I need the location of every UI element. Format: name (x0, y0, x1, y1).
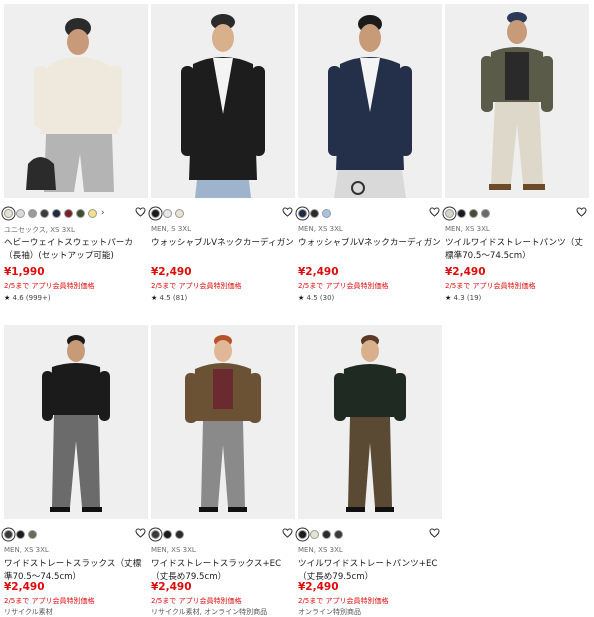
color-swatch[interactable] (52, 208, 61, 218)
product-note: オンライン特別商品 (298, 608, 361, 616)
rating-value: 4.6 (12, 294, 24, 302)
promo-text: 2/5まで アプリ会員特別価格 (151, 597, 242, 605)
color-swatch[interactable] (322, 529, 331, 539)
color-swatch[interactable] (76, 208, 85, 218)
promo-text: 2/5まで アプリ会員特別価格 (151, 282, 242, 290)
product-price: ¥2,490 (151, 581, 192, 593)
favorite-heart-icon[interactable] (429, 528, 440, 538)
favorite-heart-icon[interactable] (135, 207, 146, 217)
rating-value: 4.3 (453, 294, 465, 302)
color-swatch[interactable] (16, 529, 25, 539)
gender-size-range: ユニセックス, XS 3XL (4, 226, 75, 234)
favorite-heart-icon[interactable] (135, 528, 146, 538)
color-swatch[interactable] (175, 208, 184, 218)
rating-value: 4.5 (306, 294, 318, 302)
product-image[interactable] (4, 325, 148, 519)
color-swatch[interactable] (4, 529, 13, 539)
color-swatch[interactable] (151, 529, 160, 539)
product-note: リサイクル素材 (4, 608, 53, 616)
color-swatch[interactable] (64, 208, 73, 218)
favorite-heart-icon[interactable] (282, 207, 293, 217)
review-count: (999+) (25, 294, 51, 302)
gender-size-range: MEN, XS 3XL (445, 225, 490, 233)
color-swatch[interactable] (310, 208, 319, 218)
color-swatch[interactable] (445, 208, 454, 218)
product-price: ¥2,490 (298, 266, 339, 278)
product-image[interactable] (298, 4, 442, 198)
rating-value: 4.5 (159, 294, 171, 302)
product-name[interactable]: ウォッシャブルVネックカーディガン (298, 237, 442, 250)
color-swatches (445, 206, 565, 220)
color-swatch[interactable] (322, 208, 331, 218)
favorite-heart-icon[interactable] (576, 207, 587, 217)
more-colors-chevron-icon[interactable]: › (101, 208, 105, 218)
color-swatch[interactable] (457, 208, 466, 218)
color-swatch[interactable] (88, 208, 97, 218)
favorite-heart-icon[interactable] (429, 207, 440, 217)
star-icon: ★ (151, 294, 158, 302)
product-price: ¥1,990 (4, 266, 45, 278)
rating: ★ 4.5 (81) (151, 294, 187, 302)
color-swatch[interactable] (4, 208, 13, 218)
color-swatch[interactable] (16, 208, 25, 218)
product-grid: › ユニセックス, XS 3XL ヘビーウェイトスウェットパーカ（長袖）(セット… (0, 0, 594, 617)
color-swatch[interactable] (163, 529, 172, 539)
color-swatches (151, 527, 271, 541)
gender-size-range: MEN, XS 3XL (4, 546, 49, 554)
promo-text: 2/5まで アプリ会員特別価格 (4, 282, 95, 290)
color-swatch[interactable] (40, 208, 49, 218)
color-swatch[interactable] (298, 208, 307, 218)
product-price: ¥2,490 (151, 266, 192, 278)
product-price: ¥2,490 (298, 581, 339, 593)
product-image[interactable] (151, 325, 295, 519)
star-icon: ★ (298, 294, 305, 302)
product-note: リサイクル素材, オンライン特別商品 (151, 608, 268, 616)
gender-size-range: MEN, S 3XL (151, 225, 191, 233)
color-swatch[interactable] (151, 208, 160, 218)
product-name[interactable]: ツイルワイドストレートパンツ（丈標準70.5～74.5cm） (445, 237, 589, 263)
color-swatches (151, 206, 271, 220)
favorite-heart-icon[interactable] (282, 528, 293, 538)
promo-text: 2/5まで アプリ会員特別価格 (445, 282, 536, 290)
product-price: ¥2,490 (4, 581, 45, 593)
star-icon: ★ (445, 294, 452, 302)
gender-size-range: MEN, XS 3XL (298, 546, 343, 554)
color-swatches (298, 206, 418, 220)
color-swatch[interactable] (298, 529, 307, 539)
product-price: ¥2,490 (445, 266, 486, 278)
rating: ★ 4.5 (30) (298, 294, 334, 302)
review-count: (81) (172, 294, 188, 302)
gender-size-range: MEN, XS 3XL (298, 225, 343, 233)
promo-text: 2/5まで アプリ会員特別価格 (4, 597, 95, 605)
star-icon: ★ (4, 294, 11, 302)
promo-text: 2/5まで アプリ会員特別価格 (298, 597, 389, 605)
color-swatch[interactable] (163, 208, 172, 218)
color-swatch[interactable] (28, 208, 37, 218)
promo-text: 2/5まで アプリ会員特別価格 (298, 282, 389, 290)
color-swatch[interactable] (310, 529, 319, 539)
color-swatch[interactable] (28, 529, 37, 539)
color-swatch[interactable] (175, 529, 184, 539)
rating: ★ 4.3 (19) (445, 294, 481, 302)
product-name[interactable]: ヘビーウェイトスウェットパーカ（長袖）(セットアップ可能) (4, 237, 148, 263)
gender-size-range: MEN, XS 3XL (151, 546, 196, 554)
product-name[interactable]: ウォッシャブルVネックカーディガン (151, 237, 295, 250)
color-swatches (4, 527, 124, 541)
color-swatch[interactable] (469, 208, 478, 218)
product-image[interactable] (445, 4, 589, 198)
rating: ★ 4.6 (999+) (4, 294, 51, 302)
color-swatch[interactable] (334, 529, 343, 539)
product-image[interactable] (4, 4, 148, 198)
color-swatches: › (4, 206, 124, 220)
product-image[interactable] (298, 325, 442, 519)
color-swatches (298, 527, 418, 541)
review-count: (30) (319, 294, 335, 302)
review-count: (19) (466, 294, 482, 302)
color-swatch[interactable] (481, 208, 490, 218)
product-image[interactable] (151, 4, 295, 198)
